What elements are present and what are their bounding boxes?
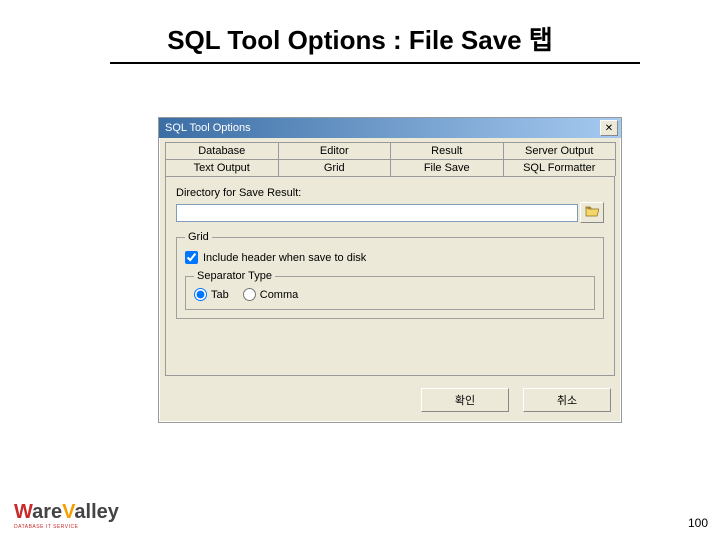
logo-v: V [62,501,74,523]
warevalley-logo: WareValley DATABASE IT SERVICE [14,501,104,530]
slide-title: SQL Tool Options : File Save 탭 [0,20,720,61]
include-header-checkbox[interactable] [185,251,198,264]
logo-are: are [32,501,62,523]
tab-database[interactable]: Database [165,142,279,159]
tab-text-output[interactable]: Text Output [165,159,279,176]
dialog-buttons: 확인 취소 [159,382,621,422]
tab-grid[interactable]: Grid [278,159,392,176]
tabs: Database Editor Result Server Output Tex… [165,142,615,176]
tab-sql-formatter[interactable]: SQL Formatter [503,159,617,176]
logo-alley: alley [74,501,118,523]
folder-open-icon [585,205,599,220]
tab-server-output[interactable]: Server Output [503,142,617,159]
options-dialog: SQL Tool Options ✕ Database Editor Resul… [158,117,622,423]
include-header-label: Include header when save to disk [203,252,366,264]
cancel-button[interactable]: 취소 [523,388,611,412]
ok-button[interactable]: 확인 [421,388,509,412]
logo-sub: DATABASE IT SERVICE [14,524,104,530]
page-number: 100 [688,516,708,530]
grid-group: Grid Include header when save to disk Se… [176,231,604,319]
tab-result[interactable]: Result [390,142,504,159]
grid-group-legend: Grid [185,231,212,243]
sep-comma-radio[interactable] [243,288,256,301]
file-save-panel: Directory for Save Result: Grid Include … [165,176,615,376]
close-button[interactable]: ✕ [600,120,618,136]
browse-button[interactable] [580,202,604,223]
tab-editor[interactable]: Editor [278,142,392,159]
sep-tab-radio[interactable] [194,288,207,301]
sep-tab-label: Tab [211,289,229,301]
sep-comma-label: Comma [260,289,299,301]
separator-group: Separator Type Tab Comma [185,270,595,310]
dir-input[interactable] [176,204,578,222]
logo-w: W [14,501,32,523]
sep-comma-option[interactable]: Comma [243,288,299,301]
dir-label: Directory for Save Result: [176,187,604,199]
close-icon: ✕ [605,123,613,134]
dialog-title: SQL Tool Options [165,122,251,134]
separator-group-legend: Separator Type [194,270,275,282]
tab-file-save[interactable]: File Save [390,159,504,176]
sep-tab-option[interactable]: Tab [194,288,229,301]
titlebar: SQL Tool Options ✕ [159,118,621,138]
include-header-row[interactable]: Include header when save to disk [185,251,595,264]
